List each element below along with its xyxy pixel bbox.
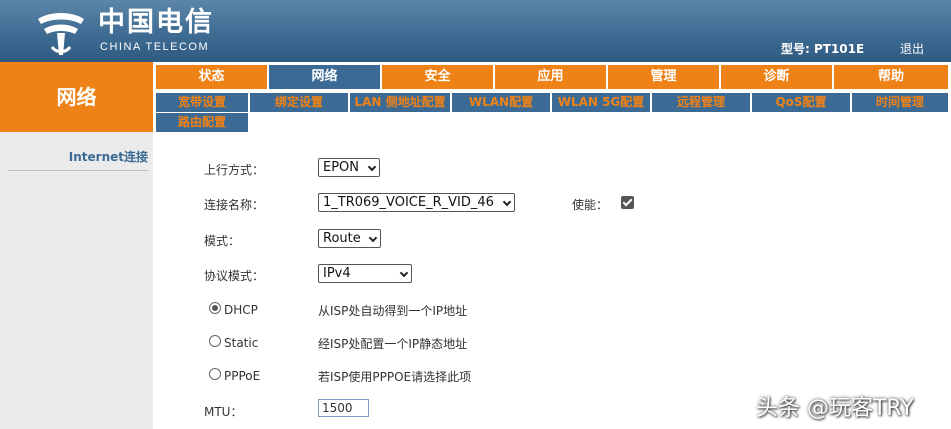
logo-cn-text: 中国电信 [98, 7, 214, 38]
pppoe-label: PPPoE [224, 369, 261, 383]
dhcp-desc: 从ISP处自动得到一个IP地址 [318, 304, 468, 318]
protocol-select[interactable]: IPv4 [318, 264, 412, 283]
static-radio[interactable] [209, 335, 221, 347]
uplink-select[interactable]: EPON [318, 158, 380, 177]
subtab-routing[interactable]: 路由配置 [156, 113, 248, 132]
protocol-select-value: IPv4 [323, 266, 351, 281]
logo-en-text: CHINA TELECOM [100, 41, 210, 53]
conn-name-select-value: 1_TR069_VOICE_R_VID_46 [323, 195, 494, 210]
sidebar-item-internet[interactable]: Internet连接 [8, 148, 148, 171]
pppoe-radio[interactable] [209, 368, 221, 380]
tab-security[interactable]: 安全 [382, 65, 493, 89]
header-bar: 中国电信 CHINA TELECOM 型号: PT101E 退出 [0, 0, 951, 62]
mtu-label: MTU： [204, 405, 243, 419]
enable-checkbox[interactable] [621, 196, 634, 209]
uplink-label: 上行方式： [204, 163, 265, 177]
subtab-remote[interactable]: 远程管理 [652, 93, 750, 112]
subtab-time[interactable]: 时间管理 [852, 93, 948, 112]
chevron-down-icon [502, 197, 512, 207]
tab-network[interactable]: 网络 [269, 65, 380, 89]
static-desc: 经ISP处配置一个IP静态地址 [318, 337, 468, 351]
dhcp-radio[interactable] [209, 302, 221, 314]
subtab-broadband[interactable]: 宽带设置 [156, 93, 248, 112]
pppoe-desc: 若ISP使用PPPOE请选择此项 [318, 370, 472, 384]
tab-status[interactable]: 状态 [156, 65, 267, 89]
section-title: 网络 [0, 62, 153, 132]
tab-diagnosis[interactable]: 诊断 [721, 65, 832, 89]
mode-select-value: Route [323, 231, 361, 246]
subtab-wlan[interactable]: WLAN配置 [452, 93, 550, 112]
main-nav: 状态 网络 安全 应用 管理 诊断 帮助 [153, 62, 951, 90]
chevron-down-icon [368, 233, 378, 243]
model-label: 型号: PT101E [781, 42, 865, 56]
subtab-lan[interactable]: LAN 侧地址配置 [350, 93, 450, 112]
telecom-logo-icon [38, 13, 84, 55]
conn-name-label: 连接名称： [204, 198, 265, 212]
tab-management[interactable]: 管理 [608, 65, 719, 89]
protocol-label: 协议模式： [204, 269, 265, 283]
internet-connection-form: 上行方式： EPON 连接名称： 1_TR069_VOICE_R_VID_46 … [153, 132, 951, 429]
dhcp-label: DHCP [224, 303, 258, 317]
subtab-binding[interactable]: 绑定设置 [250, 93, 348, 112]
sub-nav: 宽带设置 绑定设置 LAN 侧地址配置 WLAN配置 WLAN 5G配置 远程管… [153, 90, 951, 132]
uplink-select-value: EPON [323, 160, 360, 175]
sidebar: Internet连接 [0, 132, 153, 429]
conn-name-select[interactable]: 1_TR069_VOICE_R_VID_46 [318, 193, 515, 212]
mtu-input[interactable]: 1500 [318, 399, 369, 417]
mode-select[interactable]: Route [318, 229, 381, 248]
mode-label: 模式： [204, 234, 241, 248]
china-telecom-logo: 中国电信 CHINA TELECOM [32, 7, 232, 57]
subtab-qos[interactable]: QoS配置 [752, 93, 850, 112]
logout-link[interactable]: 退出 [900, 40, 924, 57]
tab-help[interactable]: 帮助 [834, 65, 948, 89]
enable-label: 使能： [572, 198, 609, 212]
subtab-wlan5g[interactable]: WLAN 5G配置 [552, 93, 650, 112]
chevron-down-icon [367, 162, 377, 172]
watermark: 头条 @玩客TRY [756, 396, 914, 421]
static-label: Static [224, 336, 259, 350]
tab-application[interactable]: 应用 [495, 65, 606, 89]
chevron-down-icon [399, 268, 409, 278]
